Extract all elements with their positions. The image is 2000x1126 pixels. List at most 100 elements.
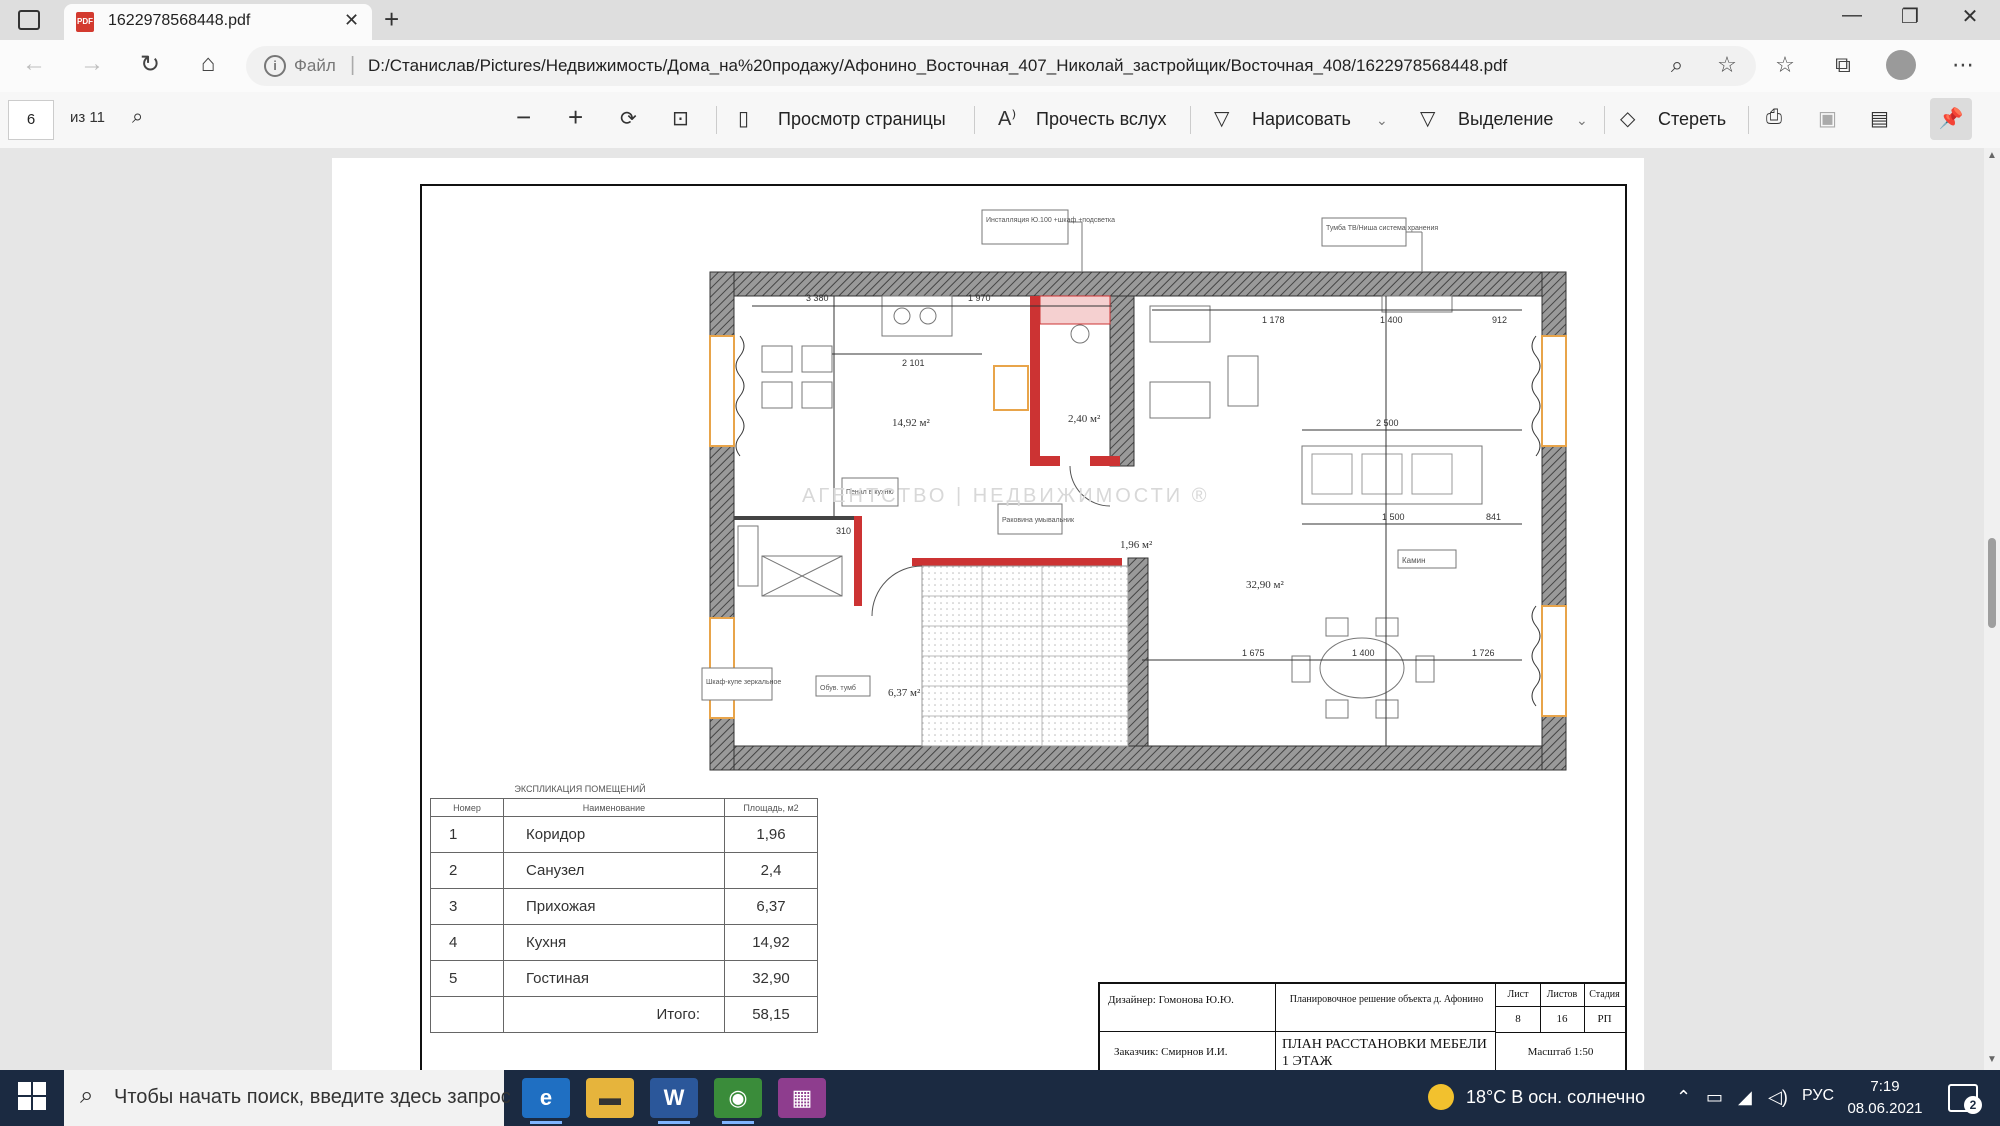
- tab-actions-icon[interactable]: [18, 10, 40, 30]
- pin-toolbar-icon[interactable]: 📌: [1930, 98, 1972, 140]
- info-icon[interactable]: i: [264, 55, 286, 77]
- draw-chevron-down-icon[interactable]: ⌄: [1376, 112, 1388, 129]
- partition-bath-left: [1030, 296, 1040, 466]
- volume-icon[interactable]: ◁): [1768, 1087, 1788, 1108]
- area-corridor: 1,96 м²: [1120, 539, 1153, 551]
- profile-avatar[interactable]: [1886, 50, 1916, 80]
- add-favorite-icon[interactable]: ☆: [1712, 52, 1742, 78]
- network-icon[interactable]: ◢: [1738, 1087, 1752, 1108]
- refresh-icon[interactable]: ↻: [132, 50, 168, 79]
- toolbar-divider: [1190, 106, 1191, 134]
- erase-button[interactable]: Стереть: [1658, 109, 1726, 130]
- drawing-frame: Инсталляция Ю.100 +шкаф +подсветка Тумба…: [420, 184, 1627, 1074]
- tab-close-icon[interactable]: ✕: [344, 10, 359, 31]
- more-icon[interactable]: ⋯: [1948, 52, 1978, 78]
- cell-area: 2,4: [724, 852, 818, 889]
- print-icon[interactable]: ⎙: [1766, 106, 1782, 129]
- tab-title: 1622978568448.pdf: [108, 12, 251, 29]
- collections-icon[interactable]: ⧉: [1828, 52, 1858, 78]
- read-aloud-icon[interactable]: A⁾: [998, 106, 1016, 131]
- stamp-customer: Заказчик: Смирнов И.И.: [1100, 1032, 1276, 1072]
- fit-page-icon[interactable]: ⊡: [672, 106, 689, 131]
- clock[interactable]: 7:19 08.06.2021: [1840, 1076, 1930, 1120]
- toolbar-divider: [974, 106, 975, 134]
- weather-text[interactable]: 18°C В осн. солнечно: [1466, 1087, 1645, 1108]
- draw-icon[interactable]: ▽: [1214, 106, 1229, 131]
- cell-name: Прихожая: [503, 888, 725, 925]
- page-view-icon[interactable]: ▯: [738, 106, 749, 131]
- dim-living-5: 841: [1486, 512, 1501, 522]
- save-as-icon[interactable]: ▤: [1870, 106, 1889, 131]
- dim-living-1: 1 178: [1262, 315, 1285, 325]
- notifications-icon[interactable]: 2: [1948, 1084, 1982, 1114]
- clock-time: 7:19: [1870, 1078, 1900, 1095]
- page-view-button[interactable]: Просмотр страницы: [778, 109, 946, 130]
- rotate-icon[interactable]: ⟳: [620, 106, 637, 131]
- stamp-title: ПЛАН РАССТАНОВКИ МЕБЕЛИ 1 ЭТАЖ: [1276, 1032, 1496, 1072]
- page-number-input[interactable]: 6: [8, 100, 54, 140]
- window-right: [1541, 335, 1567, 447]
- search-icon: ⌕: [80, 1082, 94, 1109]
- col-name: Наименование: [503, 798, 725, 817]
- home-icon[interactable]: ⌂: [190, 50, 226, 78]
- word-app-icon[interactable]: W: [650, 1078, 698, 1124]
- taskbar: ⌕ Чтобы начать поиск, введите здесь запр…: [0, 1070, 2000, 1126]
- rooms-table: Номер Наименование Площадь, м2 1 Коридор…: [430, 798, 818, 1033]
- highlight-icon[interactable]: ▽: [1420, 106, 1435, 131]
- draw-button[interactable]: Нарисовать: [1252, 109, 1351, 130]
- highlight-button[interactable]: Выделение: [1458, 109, 1553, 130]
- callout-wardrobe-text: Шкаф-купе зеркальное: [706, 679, 781, 686]
- cell-area: 32,90: [724, 960, 818, 997]
- restore-icon[interactable]: ❐: [1890, 4, 1930, 29]
- area-bath: 2,40 м²: [1068, 413, 1101, 425]
- eraser-icon[interactable]: ◇: [1620, 106, 1635, 131]
- scrollbar-thumb[interactable]: [1988, 538, 1996, 628]
- search-icon[interactable]: ⌕: [132, 106, 143, 129]
- taskbar-search[interactable]: ⌕ Чтобы начать поиск, введите здесь запр…: [64, 1070, 511, 1126]
- zoom-in-icon[interactable]: +: [568, 102, 583, 133]
- pdf-viewer[interactable]: Инсталляция Ю.100 +шкаф +подсветка Тумба…: [0, 148, 2000, 1074]
- minimize-icon[interactable]: —: [1832, 4, 1872, 27]
- floor-plan: Инсталляция Ю.100 +шкаф +подсветка Тумба…: [701, 209, 1567, 771]
- stamp-project: Планировочное решение объекта д. Афонино: [1276, 984, 1496, 1032]
- show-hidden-icons-icon[interactable]: ⌃: [1676, 1087, 1691, 1108]
- url-text[interactable]: D:/Станислав/Pictures/Недвижимость/Дома_…: [368, 56, 1507, 76]
- wall-bottom: [709, 745, 1567, 771]
- zoom-icon[interactable]: ⌕: [1662, 52, 1692, 78]
- stamp-sheet: 8: [1496, 1006, 1541, 1033]
- weather-sun-icon[interactable]: [1428, 1084, 1454, 1110]
- chrome-app-icon[interactable]: ◉: [714, 1078, 762, 1124]
- col-number: Номер: [430, 798, 504, 817]
- url-scheme-label: Файл: [294, 56, 336, 75]
- vertical-scrollbar[interactable]: ▲ ▼: [1984, 148, 2000, 1070]
- zoom-out-icon[interactable]: −: [516, 102, 531, 133]
- read-aloud-button[interactable]: Прочесть вслух: [1036, 109, 1166, 130]
- new-tab-icon[interactable]: +: [384, 4, 399, 35]
- favorites-icon[interactable]: ☆: [1770, 52, 1800, 78]
- dim-top-2: 1 970: [968, 293, 991, 303]
- table-row: 3 Прихожая 6,37: [430, 888, 818, 925]
- highlight-chevron-down-icon[interactable]: ⌄: [1576, 112, 1588, 129]
- callout-tv: [1321, 217, 1407, 247]
- back-icon[interactable]: ←: [16, 50, 52, 78]
- total-value: 58,15: [724, 996, 818, 1033]
- cell-name: Кухня: [503, 924, 725, 961]
- battery-icon[interactable]: ▭: [1706, 1087, 1723, 1108]
- callout-install: [981, 209, 1069, 245]
- area-hall: 6,37 м²: [888, 687, 921, 699]
- language-indicator[interactable]: РУС: [1802, 1087, 1834, 1105]
- close-window-icon[interactable]: ✕: [1950, 4, 1990, 29]
- file-explorer-icon[interactable]: ▬: [586, 1078, 634, 1118]
- edge-app-icon[interactable]: e: [522, 1078, 570, 1124]
- winrar-app-icon[interactable]: ▦: [778, 1078, 826, 1118]
- table-row: 1 Коридор 1,96: [430, 816, 818, 853]
- title-block: Дизайнер: Гомонова Ю.Ю. Планировочное ре…: [1098, 982, 1625, 1072]
- address-bar[interactable]: i Файл | D:/Станислав/Pictures/Недвижимо…: [246, 46, 1756, 86]
- forward-icon[interactable]: →: [74, 50, 110, 78]
- scroll-down-icon[interactable]: ▼: [1987, 1054, 1997, 1065]
- windows-start-icon[interactable]: [18, 1082, 48, 1112]
- save-icon[interactable]: ▣: [1818, 106, 1837, 131]
- tab-pdf-document[interactable]: PDF 1622978568448.pdf ✕: [64, 4, 372, 40]
- scroll-up-icon[interactable]: ▲: [1987, 150, 1997, 161]
- dim-living-9: 2 500: [1376, 418, 1399, 428]
